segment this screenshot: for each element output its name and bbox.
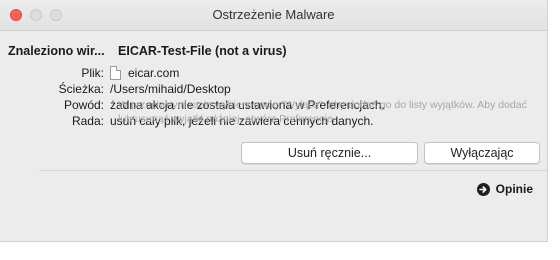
title-bar: Ostrzeżenie Malware (0, 0, 547, 31)
malware-alert-window: Ostrzeżenie Malware Znaleziono wir... EI… (0, 0, 548, 242)
detail-key: Plik: (81, 66, 104, 80)
found-label: Znaleziono wir... (8, 44, 105, 58)
detail-key: Ścieżka: (58, 82, 104, 96)
exception-note: W przeciwnym razie wybierz opcję "Wyłącz… (118, 99, 527, 125)
opinions-link[interactable]: Opinie (476, 182, 533, 196)
arrow-right-circle-icon (476, 182, 490, 196)
detail-key: Powód: (63, 98, 104, 112)
threat-heading: Znaleziono wir... EICAR-Test-File (not a… (8, 44, 287, 58)
detail-key: Rada: (71, 114, 104, 128)
detail-row-file: Plik: eicar.com (0, 66, 540, 82)
detail-value: eicar.com (128, 66, 180, 80)
detail-row-path: Ścieżka: /Users/mihaid/Desktop (0, 82, 540, 98)
window-title: Ostrzeżenie Malware (212, 7, 335, 22)
remove-manually-button[interactable]: Usuń ręcznie... (241, 142, 418, 164)
disable-button[interactable]: Wyłączając (424, 142, 540, 164)
detail-value-wrapper: eicar.com (110, 66, 179, 80)
divider (39, 170, 548, 171)
file-icon (110, 66, 121, 80)
detail-value: /Users/mihaid/Desktop (110, 82, 231, 96)
threat-name: EICAR-Test-File (not a virus) (118, 44, 287, 58)
opinions-label: Opinie (495, 182, 533, 196)
